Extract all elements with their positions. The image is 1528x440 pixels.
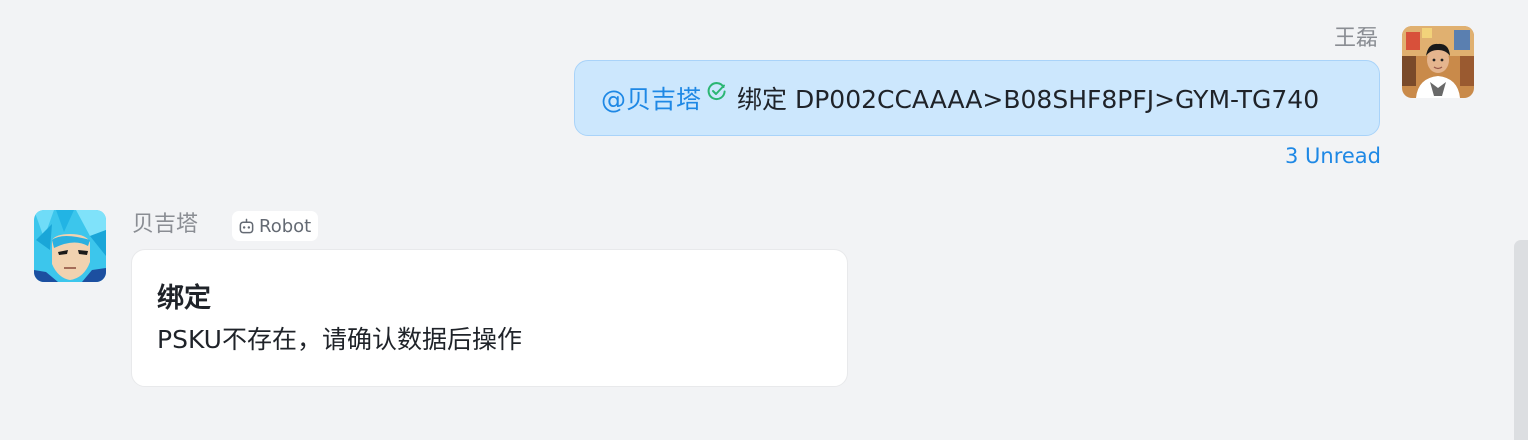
check-circle-icon <box>707 82 726 101</box>
robot-tag-label: Robot <box>259 215 312 237</box>
robot-icon <box>239 218 254 233</box>
incoming-sender-name: 贝吉塔 <box>132 212 199 237</box>
outgoing-message-bubble[interactable]: @贝吉塔 绑定 DP002CCAAAA>B08SHF8PFJ>GYM-TG740 <box>574 60 1380 136</box>
card-title: 绑定 <box>157 283 211 314</box>
mention-link[interactable]: @贝吉塔 <box>601 80 701 116</box>
unread-status-link[interactable]: 3 Unread <box>1285 141 1381 171</box>
incoming-sender-avatar[interactable] <box>34 210 106 282</box>
incoming-message-card[interactable]: 绑定 PSKU不存在，请确认数据后操作 <box>131 249 848 387</box>
outgoing-sender-name: 王磊 <box>1333 26 1378 51</box>
chat-message-list: 王磊 @贝吉塔 绑定 DP002CCAAAA>B08SHF8PFJ>GYM-TG… <box>0 0 1528 440</box>
outgoing-sender-avatar[interactable] <box>1402 26 1474 98</box>
outgoing-message-text: 绑定 DP002CCAAAA>B08SHF8PFJ>GYM-TG740 <box>737 85 1320 114</box>
card-body-text: PSKU不存在，请确认数据后操作 <box>157 325 522 354</box>
vertical-scrollbar-thumb[interactable] <box>1514 240 1528 440</box>
avatar-anime-character <box>34 210 106 282</box>
avatar-photo <box>1402 26 1474 98</box>
robot-badge: Robot <box>232 211 319 241</box>
